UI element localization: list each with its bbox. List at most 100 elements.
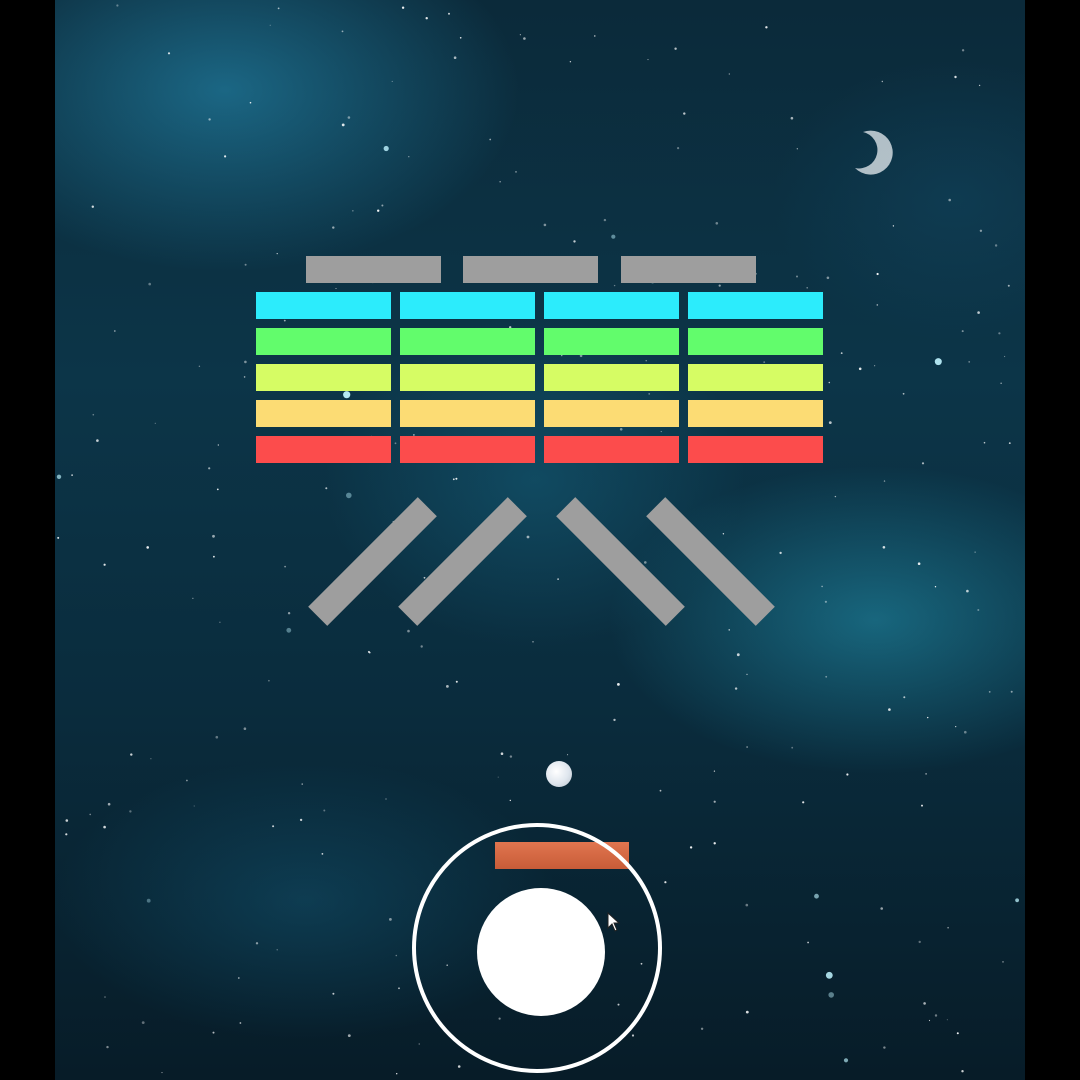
brick-green bbox=[400, 328, 535, 355]
star bbox=[116, 4, 119, 7]
star bbox=[167, 52, 171, 55]
star bbox=[603, 218, 607, 222]
star bbox=[825, 971, 833, 979]
star bbox=[452, 478, 455, 481]
star bbox=[325, 487, 328, 490]
star bbox=[457, 1065, 461, 1068]
star bbox=[104, 996, 106, 998]
brick-gray bbox=[621, 256, 756, 283]
star bbox=[65, 833, 68, 836]
star bbox=[718, 284, 721, 287]
brick-green bbox=[688, 328, 823, 355]
star bbox=[807, 941, 809, 944]
star bbox=[509, 799, 511, 802]
star bbox=[713, 770, 716, 772]
star bbox=[224, 155, 227, 158]
joystick-knob[interactable] bbox=[477, 888, 605, 1016]
star bbox=[934, 358, 942, 366]
star bbox=[677, 147, 680, 150]
star bbox=[455, 477, 458, 480]
star bbox=[146, 898, 151, 903]
star bbox=[398, 987, 400, 990]
star bbox=[779, 551, 782, 555]
star bbox=[700, 1027, 704, 1031]
star bbox=[977, 609, 980, 611]
star bbox=[146, 546, 149, 549]
star bbox=[631, 1034, 635, 1037]
star bbox=[876, 272, 879, 276]
star bbox=[212, 1031, 215, 1034]
star bbox=[728, 629, 730, 631]
star bbox=[96, 439, 99, 442]
star bbox=[208, 118, 211, 121]
star bbox=[713, 842, 716, 845]
brick-yellow bbox=[544, 400, 679, 427]
star bbox=[92, 413, 95, 416]
star bbox=[902, 392, 905, 395]
star bbox=[208, 467, 211, 470]
star bbox=[198, 365, 201, 367]
star bbox=[489, 138, 492, 141]
star bbox=[968, 361, 971, 363]
star bbox=[150, 758, 152, 760]
star bbox=[519, 34, 521, 36]
star bbox=[713, 800, 716, 803]
star bbox=[955, 726, 957, 728]
star bbox=[523, 37, 526, 40]
star bbox=[876, 304, 879, 306]
star bbox=[645, 360, 647, 362]
star bbox=[594, 35, 596, 37]
star bbox=[683, 112, 686, 115]
star bbox=[918, 940, 921, 944]
star bbox=[617, 683, 620, 686]
star bbox=[954, 75, 957, 79]
star bbox=[796, 148, 798, 150]
star bbox=[237, 977, 240, 979]
star bbox=[509, 755, 513, 758]
star bbox=[883, 480, 886, 482]
star bbox=[961, 330, 964, 333]
star bbox=[825, 675, 828, 678]
star bbox=[321, 853, 324, 855]
brick-cyan bbox=[256, 292, 391, 319]
brick-yellow bbox=[688, 400, 823, 427]
star bbox=[459, 37, 462, 39]
star bbox=[647, 59, 649, 61]
star bbox=[977, 311, 980, 314]
star bbox=[824, 600, 828, 603]
star bbox=[964, 730, 967, 734]
star bbox=[103, 825, 106, 829]
star bbox=[532, 641, 534, 643]
star bbox=[874, 365, 876, 367]
brick-lime bbox=[688, 364, 823, 391]
star bbox=[141, 1021, 145, 1024]
star bbox=[500, 752, 504, 755]
star bbox=[287, 612, 291, 615]
brick-gray bbox=[306, 256, 441, 283]
star bbox=[377, 209, 380, 212]
star bbox=[961, 1070, 964, 1073]
star bbox=[664, 881, 667, 884]
star bbox=[543, 223, 547, 227]
star bbox=[927, 716, 929, 719]
star bbox=[790, 116, 794, 120]
brick-red bbox=[688, 436, 823, 463]
star bbox=[946, 1019, 948, 1021]
star bbox=[569, 61, 572, 63]
star bbox=[734, 687, 738, 690]
star bbox=[420, 645, 423, 648]
star bbox=[613, 284, 616, 287]
star bbox=[148, 282, 151, 286]
star bbox=[883, 1046, 886, 1049]
star bbox=[276, 253, 278, 255]
star bbox=[161, 1072, 163, 1074]
star bbox=[89, 813, 91, 816]
star bbox=[557, 578, 559, 580]
star bbox=[934, 586, 937, 588]
star bbox=[385, 798, 387, 800]
star bbox=[396, 1073, 398, 1075]
star bbox=[648, 393, 651, 395]
space-background bbox=[55, 0, 1025, 1080]
star bbox=[103, 563, 106, 566]
star bbox=[497, 776, 499, 778]
